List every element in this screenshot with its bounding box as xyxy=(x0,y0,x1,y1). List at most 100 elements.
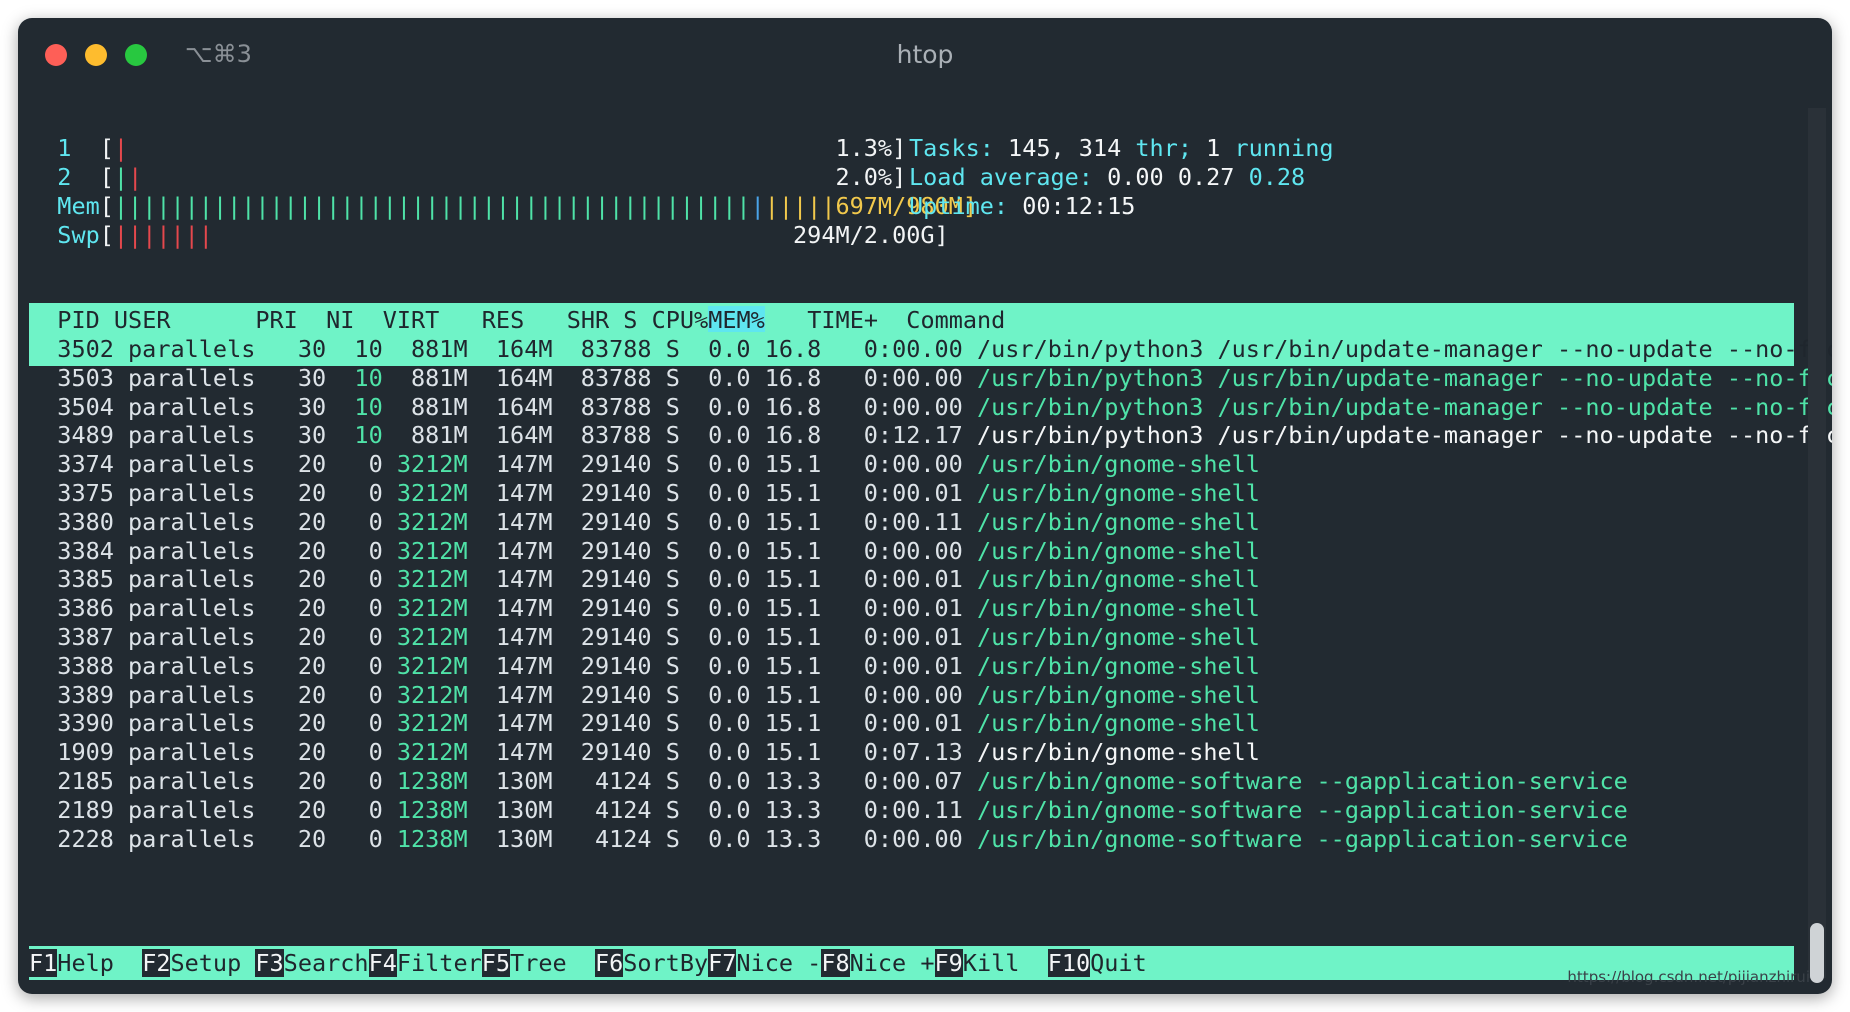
cell-mem: 15.1 xyxy=(750,536,822,565)
fkey-label-f2[interactable]: Setup xyxy=(170,949,255,977)
fkey-f4[interactable]: F4 xyxy=(368,949,397,977)
cell-virt: 3212M xyxy=(382,680,468,709)
cell-ni: 0 xyxy=(326,738,383,767)
cell-res: 147M xyxy=(467,623,553,651)
cell-virt: 881M xyxy=(382,421,468,450)
cell-ni: 0 xyxy=(326,565,383,594)
fkey-f8[interactable]: F8 xyxy=(821,949,850,977)
fkey-f2[interactable]: F2 xyxy=(142,949,171,977)
cell-pid: 3387 xyxy=(29,623,114,651)
cell-mem: 15.1 xyxy=(750,479,822,507)
cell-res: 147M xyxy=(467,709,553,738)
cell-virt: 3212M xyxy=(382,623,468,651)
cell-time: 0:00.00 xyxy=(821,824,963,853)
cell-res: 130M xyxy=(467,824,553,853)
cell-command: /usr/bin/python3 /usr/bin/update-manager… xyxy=(962,335,1832,363)
cell-shr: 29140 xyxy=(552,536,652,565)
cell-shr: 29140 xyxy=(552,709,652,738)
cell-res: 164M xyxy=(467,392,553,421)
fkey-label-f7[interactable]: Nice - xyxy=(736,949,821,977)
fkey-label-f9[interactable]: Kill xyxy=(963,949,1048,977)
cell-res: 147M xyxy=(467,680,553,709)
fkey-label-f4[interactable]: Filter xyxy=(397,949,482,977)
cell-cpu: 0.0 xyxy=(679,479,751,507)
fkey-label-f3[interactable]: Search xyxy=(284,949,369,977)
cell-virt: 881M xyxy=(382,363,468,392)
cell-virt: 3212M xyxy=(382,507,468,536)
fkey-f3[interactable]: F3 xyxy=(255,949,284,977)
cell-virt: 881M xyxy=(382,335,468,363)
mem-label: Mem xyxy=(57,192,100,220)
header-virt[interactable]: VIRT xyxy=(383,306,440,334)
uptime: Uptime: 00:12:15 xyxy=(909,192,1136,220)
cell-mem: 13.3 xyxy=(750,795,822,824)
fkey-label-f6[interactable]: SortBy xyxy=(623,949,708,977)
header-time[interactable]: TIME+ xyxy=(807,306,878,334)
fkey-f10[interactable]: F10 xyxy=(1047,949,1091,977)
col-pid[interactable] xyxy=(29,306,57,334)
cell-pid: 3386 xyxy=(29,594,114,623)
scrollbar-track[interactable] xyxy=(1808,108,1826,978)
header-mem[interactable]: MEM% xyxy=(708,306,765,334)
cell-virt: 3212M xyxy=(382,738,468,767)
header-s[interactable]: S xyxy=(623,306,637,334)
fkey-label-f10[interactable]: Quit xyxy=(1090,949,1147,977)
cell-state: S xyxy=(651,392,680,421)
cpu2-number: 2 xyxy=(57,163,72,191)
cell-pri: 20 xyxy=(255,824,327,853)
cell-pid: 3389 xyxy=(29,680,114,709)
header-command[interactable]: Command xyxy=(906,306,1005,334)
cell-time: 0:00.01 xyxy=(821,709,963,738)
header-user[interactable]: USER xyxy=(114,306,171,334)
cell-ni: 10 xyxy=(326,363,383,392)
cell-mem: 16.8 xyxy=(750,363,822,392)
cell-command: /usr/bin/python3 /usr/bin/update-manager… xyxy=(962,392,1832,421)
cell-virt: 1238M xyxy=(382,767,468,795)
fkey-f7[interactable]: F7 xyxy=(708,949,737,977)
fkey-f1[interactable]: F1 xyxy=(29,949,58,977)
header-pid[interactable]: PID xyxy=(57,306,99,334)
cell-cpu: 0.0 xyxy=(679,507,751,536)
header-pri[interactable]: PRI xyxy=(255,306,297,334)
cell-state: S xyxy=(651,651,680,680)
cell-command: /usr/bin/gnome-shell xyxy=(962,709,1260,738)
cell-state: S xyxy=(651,335,680,363)
cell-command: /usr/bin/gnome-shell xyxy=(962,738,1260,767)
cell-res: 147M xyxy=(467,507,553,536)
cell-pid: 3374 xyxy=(29,450,114,479)
cell-command: /usr/bin/gnome-shell xyxy=(962,507,1260,536)
header-ni[interactable]: NI xyxy=(326,306,354,334)
cell-cpu: 0.0 xyxy=(679,767,751,795)
cell-cpu: 0.0 xyxy=(679,565,751,594)
cell-pri: 20 xyxy=(255,450,327,479)
cell-command: /usr/bin/gnome-shell xyxy=(962,536,1260,565)
cell-pid: 3375 xyxy=(29,479,114,507)
header-res[interactable]: RES xyxy=(482,306,524,334)
cell-pid: 3385 xyxy=(29,565,114,594)
cell-cpu: 0.0 xyxy=(679,623,751,651)
cell-time: 0:00.01 xyxy=(821,479,963,507)
header-cpu[interactable]: CPU% xyxy=(652,306,709,334)
table-row[interactable]: 2228 parallels 20 0 1238M 130M 4124 S 0.… xyxy=(29,822,1794,856)
cell-pri: 20 xyxy=(255,651,327,680)
fkey-f5[interactable]: F5 xyxy=(481,949,511,977)
header-shr[interactable]: SHR xyxy=(567,306,609,334)
cell-time: 0:00.00 xyxy=(821,680,963,709)
fkey-f9[interactable]: F9 xyxy=(934,949,963,977)
scrollbar-thumb[interactable] xyxy=(1810,923,1824,983)
cell-res: 164M xyxy=(467,421,553,450)
cell-command: /usr/bin/gnome-shell xyxy=(962,651,1260,680)
cell-pri: 30 xyxy=(255,335,327,363)
cell-pri: 20 xyxy=(255,795,327,824)
fkey-f6[interactable]: F6 xyxy=(594,949,624,977)
cell-pri: 20 xyxy=(255,680,327,709)
fkey-label-f5[interactable]: Tree xyxy=(510,949,595,977)
cell-ni: 0 xyxy=(326,824,383,853)
cell-mem: 15.1 xyxy=(750,507,822,536)
cell-mem: 16.8 xyxy=(750,335,822,363)
fkey-label-f8[interactable]: Nice + xyxy=(850,949,935,977)
cell-virt: 1238M xyxy=(382,824,468,853)
cell-cpu: 0.0 xyxy=(679,795,751,824)
cell-ni: 10 xyxy=(326,421,383,450)
fkey-label-f1[interactable]: Help xyxy=(57,949,142,977)
